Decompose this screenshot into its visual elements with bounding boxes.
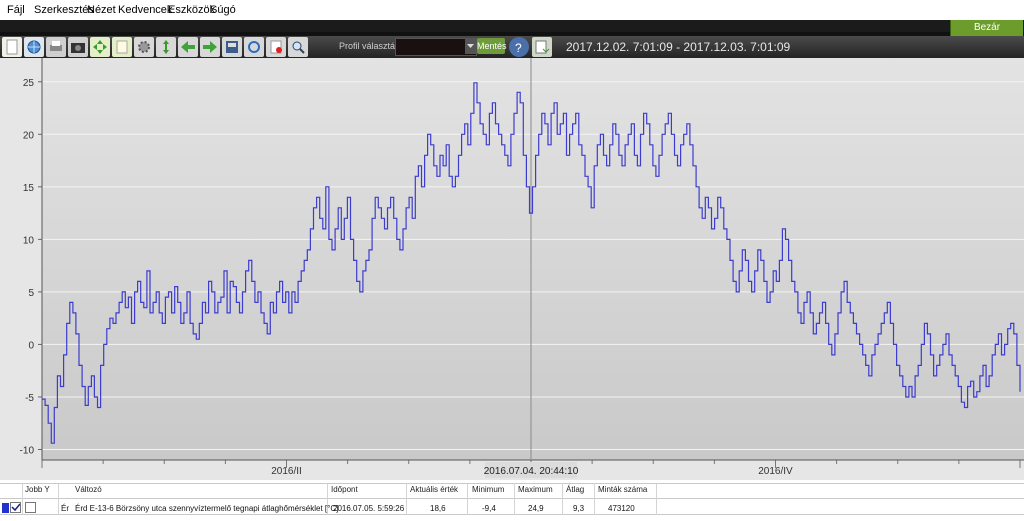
x-tick-label-0: 2016/II bbox=[271, 466, 302, 477]
export-icon[interactable] bbox=[222, 37, 242, 57]
plot-background bbox=[42, 58, 1024, 460]
menu-help[interactable]: Súgó bbox=[210, 4, 236, 16]
y-tick-label-5: 15 bbox=[23, 183, 35, 194]
cursor-label: 2016.07.04. 20:44:10 bbox=[484, 466, 579, 477]
col-header-minimum[interactable]: Minimum bbox=[472, 485, 504, 494]
series-table bbox=[0, 483, 1024, 521]
row-timestamp: 2016.07.05. 5:59:26 bbox=[333, 504, 405, 513]
zoom-icon[interactable] bbox=[288, 37, 308, 57]
menu-edit[interactable]: Szerkesztés bbox=[34, 4, 94, 16]
y-tick-label-7: 25 bbox=[23, 78, 35, 89]
title-strip bbox=[0, 20, 1024, 32]
toolbar: ? bbox=[0, 36, 1024, 58]
save-button[interactable]: Mentés bbox=[477, 38, 507, 54]
delete-icon[interactable] bbox=[266, 37, 286, 57]
menu-view[interactable]: Nézet bbox=[87, 4, 116, 16]
menu-file[interactable]: Fájl bbox=[7, 4, 25, 16]
forward-arrow-icon[interactable] bbox=[200, 37, 220, 57]
col-header-samples[interactable]: Minták száma bbox=[598, 485, 647, 494]
report-icon[interactable] bbox=[532, 37, 552, 57]
row-current: 18,6 bbox=[430, 504, 446, 513]
row-average: 9,3 bbox=[573, 504, 585, 513]
print-icon[interactable] bbox=[46, 37, 66, 57]
row-samples: 473120 bbox=[608, 504, 635, 513]
y-tick-label-2: 0 bbox=[28, 340, 34, 351]
svg-text:?: ? bbox=[515, 41, 522, 55]
visible-checkbox[interactable] bbox=[10, 502, 21, 513]
col-header-timestamp[interactable]: Időpont bbox=[331, 485, 358, 494]
gear-icon[interactable] bbox=[134, 37, 154, 57]
globe-icon[interactable] bbox=[24, 37, 44, 57]
camera-icon[interactable] bbox=[68, 37, 88, 57]
menu-bar: Fájl Szerkesztés Nézet Kedvencek Eszközö… bbox=[0, 0, 1024, 20]
page-icon[interactable] bbox=[112, 37, 132, 57]
col-header-right-y[interactable]: Jobb Y bbox=[25, 485, 50, 494]
y-tick-label-0: -10 bbox=[20, 445, 35, 456]
y-axis-panel bbox=[0, 58, 42, 480]
col-header-average[interactable]: Átlag bbox=[566, 485, 584, 494]
help-icon[interactable]: ? bbox=[509, 37, 529, 57]
row-variable[interactable]: Érd E-13-6 Börzsöny utca szennyvíztermel… bbox=[75, 504, 338, 513]
fit-icon[interactable] bbox=[90, 37, 110, 57]
row-prefix: Ér bbox=[61, 504, 69, 513]
refresh-icon[interactable] bbox=[244, 37, 264, 57]
chevron-down-icon[interactable] bbox=[465, 38, 476, 54]
trend-chart[interactable]: -10 -5 0 5 10 15 20 25 2016/II 2016/IV 2016.07.04.… bbox=[0, 58, 1024, 480]
menu-favorites[interactable]: Kedvencek bbox=[118, 4, 172, 16]
x-tick-label-1: 2016/IV bbox=[758, 466, 793, 477]
chart-area[interactable]: -10 -5 0 5 10 15 20 25 2016/II 2016/IV 2016.07.04.… bbox=[0, 58, 1024, 480]
y-tick-label-3: 5 bbox=[28, 288, 34, 299]
new-icon[interactable] bbox=[2, 37, 22, 57]
row-maximum: 24,9 bbox=[528, 504, 544, 513]
y-tick-label-1: -5 bbox=[25, 393, 34, 404]
col-header-maximum[interactable]: Maximum bbox=[518, 485, 553, 494]
vertical-fit-icon[interactable] bbox=[156, 37, 176, 57]
col-header-variable[interactable]: Változó bbox=[75, 485, 102, 494]
row-minimum: -9,4 bbox=[482, 504, 496, 513]
menu-tools[interactable]: Eszközök bbox=[168, 4, 215, 16]
back-arrow-icon[interactable] bbox=[178, 37, 198, 57]
col-header-current[interactable]: Aktuális érték bbox=[410, 485, 458, 494]
series-color-swatch bbox=[2, 503, 9, 513]
y-tick-label-6: 20 bbox=[23, 130, 35, 141]
close-button[interactable]: Bezár bbox=[950, 20, 1023, 36]
right-y-checkbox[interactable] bbox=[25, 502, 36, 513]
profile-label: Profil választás bbox=[339, 41, 400, 51]
y-tick-label-4: 10 bbox=[23, 235, 35, 246]
date-range: 2017.12.02. 7:01:09 - 2017.12.03. 7:01:0… bbox=[566, 40, 791, 54]
